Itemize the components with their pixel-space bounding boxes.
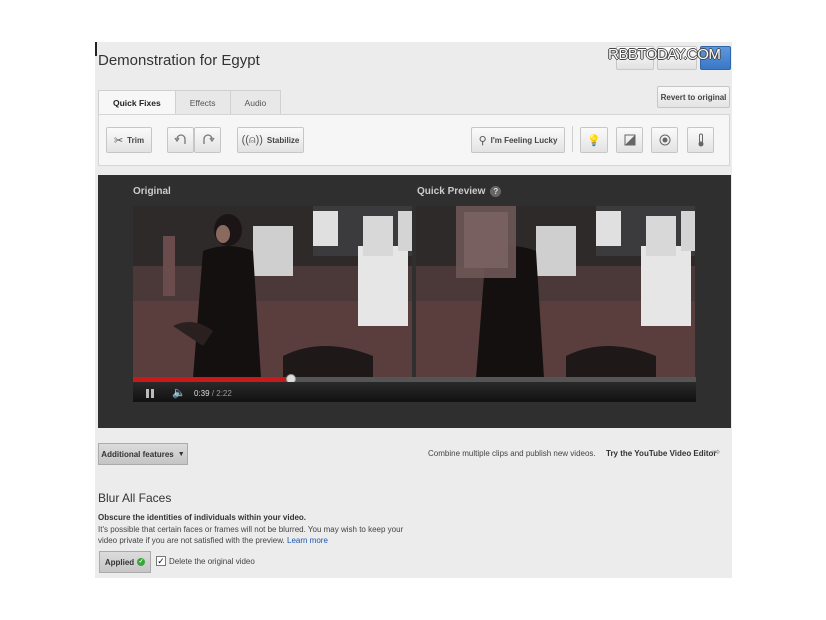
toolbar-divider <box>572 126 573 152</box>
trim-button[interactable]: ✂ Trim <box>106 127 152 153</box>
tab-audio[interactable]: Audio <box>229 90 282 114</box>
volume-icon[interactable]: 🔈 <box>172 386 186 399</box>
blurred-video-frame <box>416 206 695 378</box>
applied-label: Applied <box>104 557 135 567</box>
wand-icon: ⚲ <box>478 134 487 147</box>
delete-original-checkbox[interactable]: ✓ <box>156 556 166 566</box>
blur-faces-heading: Blur All Faces <box>98 491 172 505</box>
applied-button[interactable]: Applied ✓ <box>99 551 151 573</box>
stabilize-icon: ((⍝)) <box>241 133 263 146</box>
quick-preview-label: Quick Preview <box>417 186 486 197</box>
stabilize-button[interactable]: ((⍝)) Stabilize <box>237 127 304 153</box>
rotate-right-button[interactable] <box>194 127 221 153</box>
time-display: 0:39 / 2:22 <box>194 389 232 398</box>
saturation-button[interactable] <box>651 127 678 153</box>
feeling-lucky-label: I'm Feeling Lucky <box>490 135 558 145</box>
arrow-right-icon[interactable]: ⇨ <box>712 447 720 458</box>
trim-label: Trim <box>127 135 145 145</box>
saturation-icon <box>659 134 670 146</box>
rotate-right-icon <box>202 134 215 144</box>
delete-original-label: Delete the original video <box>169 557 255 566</box>
video-title: Demonstration for Egypt <box>98 52 260 69</box>
feeling-lucky-button[interactable]: ⚲ I'm Feeling Lucky <box>471 127 565 153</box>
watermark: RBBTODAY.COM <box>608 46 721 63</box>
text-cursor <box>95 42 97 56</box>
rotate-left-icon <box>173 134 186 144</box>
contrast-icon <box>624 134 635 146</box>
check-circle-icon: ✓ <box>137 558 146 566</box>
blur-description-text: It's possible that certain faces or fram… <box>98 525 404 545</box>
blur-faces-subheading: Obscure the identities of individuals wi… <box>98 513 307 522</box>
quick-preview-heading: Quick Preview? <box>417 186 502 197</box>
edit-tabs: Quick Fixes Effects Audio <box>98 90 282 115</box>
stabilize-label: Stabilize <box>266 135 300 145</box>
additional-features-label: Additional features <box>101 449 174 459</box>
tab-quick-fixes[interactable]: Quick Fixes <box>98 90 176 115</box>
scissors-icon: ✂ <box>113 134 124 147</box>
learn-more-link[interactable]: Learn more <box>287 536 328 545</box>
combine-clips-text: Combine multiple clips and publish new v… <box>428 449 596 458</box>
color-temperature-button[interactable] <box>687 127 714 153</box>
try-video-editor-link[interactable]: Try the YouTube Video Editor <box>606 449 717 458</box>
lightbulb-icon: 💡 <box>587 134 601 147</box>
fill-light-button[interactable]: 💡 <box>580 127 608 153</box>
blur-faces-description: It's possible that certain faces or fram… <box>98 524 408 546</box>
pause-icon[interactable] <box>146 389 154 398</box>
contrast-button[interactable] <box>616 127 643 153</box>
original-video[interactable] <box>133 206 412 378</box>
duration: 2:22 <box>216 389 232 398</box>
tab-effects[interactable]: Effects <box>174 90 231 114</box>
revert-to-original-button[interactable]: Revert to original <box>657 86 730 108</box>
quick-preview-video[interactable] <box>416 206 695 378</box>
caret-down-icon: ▼ <box>177 450 185 458</box>
current-time: 0:39 <box>194 389 210 398</box>
original-label: Original <box>133 186 171 197</box>
help-icon[interactable]: ? <box>490 186 502 197</box>
additional-features-button[interactable]: Additional features ▼ <box>98 443 188 465</box>
thermometer-icon <box>698 133 703 147</box>
rotate-left-button[interactable] <box>167 127 194 153</box>
original-video-frame <box>133 206 412 378</box>
